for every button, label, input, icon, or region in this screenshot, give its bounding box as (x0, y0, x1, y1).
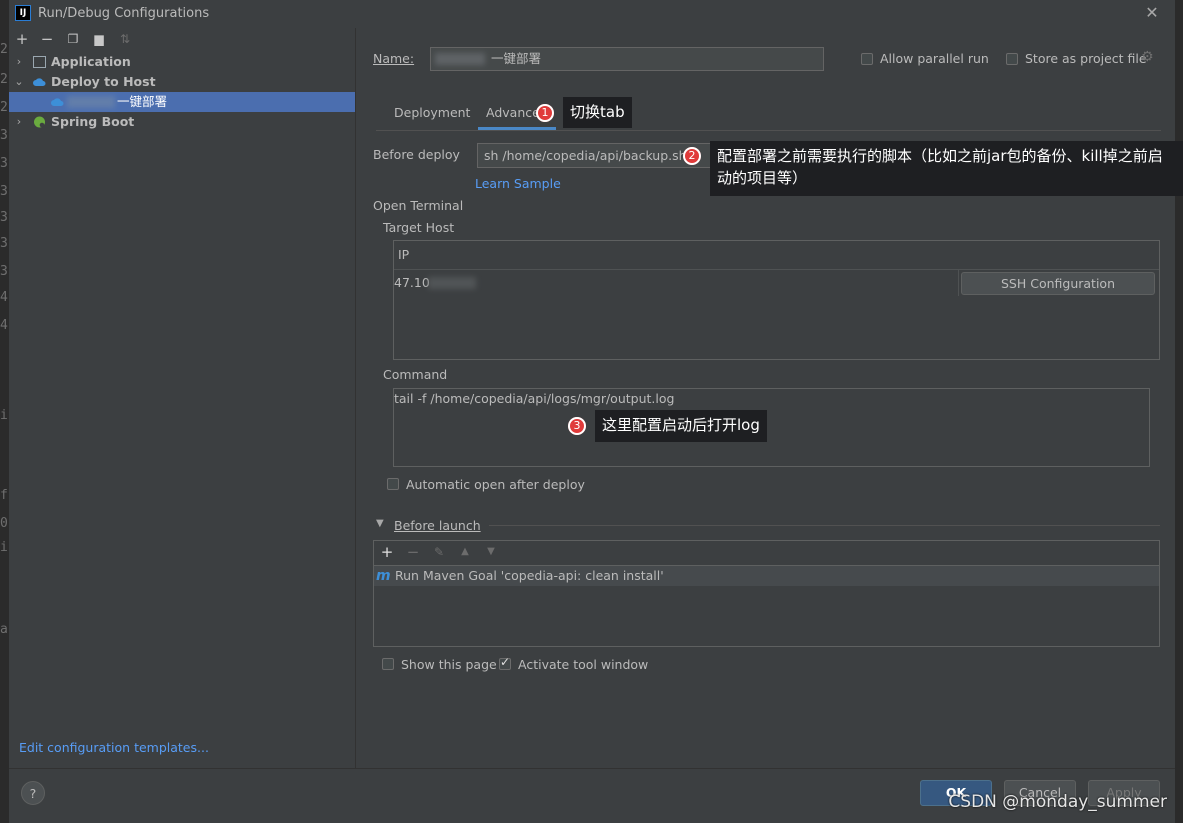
name-label-text: Name: (373, 51, 415, 66)
gear-icon[interactable]: ⚙ (1141, 49, 1154, 65)
remove-icon[interactable]: − (38, 30, 56, 48)
gutter-digit: 3 (0, 156, 8, 171)
tab-deployment[interactable]: Deployment (386, 96, 478, 130)
maven-goal-label: Run Maven Goal 'copedia-api: clean insta… (395, 568, 664, 583)
gutter-digit: 3 (0, 210, 8, 225)
tree-item-label: Deploy to Host (51, 74, 156, 89)
sort-icon[interactable]: ⇅ (116, 30, 134, 48)
tree-item-selected-config[interactable]: 一键部署 (9, 92, 355, 112)
gutter-digit: 3 (0, 184, 8, 199)
ip-value: 47.10 (394, 275, 430, 290)
chevron-right-icon[interactable]: › (14, 112, 24, 132)
gutter-digit: 2 (0, 100, 8, 115)
close-icon[interactable]: ✕ (1142, 3, 1162, 23)
gutter-digit: 4 (0, 318, 8, 333)
name-label: Name: (373, 51, 414, 66)
auto-open-checkbox[interactable] (387, 478, 399, 490)
tree-toolbar: + − ❐ ▆ ⇅ (9, 28, 355, 52)
activate-tool-window-label: Activate tool window (518, 657, 649, 672)
tree-item-label: 一键部署 (117, 94, 168, 109)
auto-open-label: Automatic open after deploy (406, 477, 585, 492)
maven-icon: m (376, 568, 391, 584)
add-task-icon[interactable]: + (378, 543, 396, 561)
before-launch-list: + − ✎ ▲ ▼ m Run Maven Goal 'copedia-api:… (373, 540, 1160, 647)
before-launch-label: Before launch (394, 518, 481, 533)
annotation-callout: 这里配置启动后打开log (595, 410, 767, 442)
command-textarea[interactable]: tail -f /home/copedia/api/logs/mgr/outpu… (393, 388, 1150, 467)
gutter-digit: 2 (0, 42, 8, 57)
annotation-badge: 3 (568, 417, 586, 435)
redacted-blur (428, 277, 476, 289)
show-page-label: Show this page (401, 657, 497, 672)
gutter-digit: 3 (0, 236, 8, 251)
cloud-icon (51, 98, 64, 106)
gutter-digit: 2 (0, 72, 8, 87)
before-launch-toolbar: + − ✎ ▲ ▼ (374, 541, 1159, 566)
ssh-configuration-button[interactable]: SSH Configuration (961, 272, 1155, 295)
chevron-down-icon[interactable]: ⌄ (14, 72, 24, 92)
move-down-icon[interactable]: ▼ (482, 543, 500, 561)
tab-bar: Deployment Advanced (376, 96, 1161, 131)
move-up-icon[interactable]: ▲ (456, 543, 474, 561)
name-input-value: 一键部署 (491, 51, 542, 66)
collapse-triangle-icon[interactable]: ▼ (376, 518, 384, 529)
activate-tool-window-checkbox[interactable] (499, 655, 511, 670)
show-page-checkbox[interactable] (382, 658, 394, 670)
window-title: Run/Debug Configurations (38, 6, 210, 21)
gutter-digit: i (0, 540, 8, 555)
separator (489, 525, 1160, 526)
before-deploy-label: Before deploy (373, 147, 460, 162)
chevron-right-icon[interactable]: › (14, 52, 24, 72)
background-editor-gutter-left: 2 2 2 3 3 3 3 3 3 4 4 ic f 0( i a (0, 28, 9, 822)
annotation-badge: 1 (536, 104, 554, 122)
column-divider (958, 270, 959, 296)
store-project-label: Store as project file (1025, 51, 1147, 66)
list-item[interactable]: m Run Maven Goal 'copedia-api: clean ins… (374, 566, 1159, 586)
ip-column-header: IP (398, 247, 410, 262)
tree-item-spring-boot[interactable]: › Spring Boot (9, 112, 355, 132)
allow-parallel-label: Allow parallel run (880, 51, 989, 66)
tree-item-application[interactable]: › Application (9, 52, 355, 72)
annotation-callout: 切换tab (563, 97, 632, 128)
gutter-digit: 0( (0, 516, 9, 531)
title-bar: IJ Run/Debug Configurations ✕ (9, 0, 1175, 28)
remove-task-icon[interactable]: − (404, 543, 422, 561)
learn-sample-link[interactable]: Learn Sample (475, 176, 561, 191)
annotation-badge: 2 (683, 147, 701, 165)
add-icon[interactable]: + (13, 30, 31, 48)
gutter-digit: a (0, 622, 8, 637)
tree-item-deploy-to-host[interactable]: ⌄ Deploy to Host (9, 72, 355, 92)
gutter-digit: 3 (0, 128, 8, 143)
table-row[interactable]: 47.10 SSH Configuration (394, 269, 1159, 296)
help-button[interactable]: ? (21, 781, 45, 805)
watermark: CSDN @monday_summer (948, 792, 1167, 812)
redacted-blur (67, 96, 115, 108)
intellij-icon: IJ (15, 5, 31, 21)
tree-item-label: Application (51, 54, 131, 69)
spring-icon (34, 116, 45, 128)
copy-icon[interactable]: ❐ (64, 30, 82, 48)
redacted-blur (435, 53, 485, 65)
edit-templates-link[interactable]: Edit configuration templates... (19, 740, 209, 755)
annotation-callout: 配置部署之前需要执行的脚本（比如之前jar包的备份、kill掉之前启动的项目等） (710, 141, 1183, 196)
command-value: tail -f /home/copedia/api/logs/mgr/outpu… (394, 391, 675, 406)
target-host-label: Target Host (383, 220, 455, 235)
folder-icon[interactable]: ▆ (90, 30, 108, 48)
application-icon (33, 56, 46, 68)
edit-pencil-icon[interactable]: ✎ (430, 543, 448, 561)
gutter-digit: ic (0, 408, 9, 423)
cloud-icon (33, 78, 46, 86)
allow-parallel-checkbox[interactable] (861, 53, 873, 65)
open-terminal-label: Open Terminal (373, 198, 464, 213)
gutter-digit: f (0, 488, 8, 503)
store-project-checkbox[interactable] (1006, 53, 1018, 65)
target-host-table: IP 47.10 SSH Configuration (393, 240, 1160, 360)
name-input[interactable]: 一键部署 (430, 47, 824, 71)
gutter-digit: 3 (0, 264, 8, 279)
command-label: Command (383, 367, 448, 382)
configuration-editor-panel: Name: 一键部署 Allow parallel run Store as p… (356, 28, 1175, 768)
tree-item-label: Spring Boot (51, 114, 135, 129)
configuration-tree-panel: + − ❐ ▆ ⇅ › Application ⌄ Deploy to Host… (9, 28, 356, 768)
gutter-digit: 4 (0, 290, 8, 305)
